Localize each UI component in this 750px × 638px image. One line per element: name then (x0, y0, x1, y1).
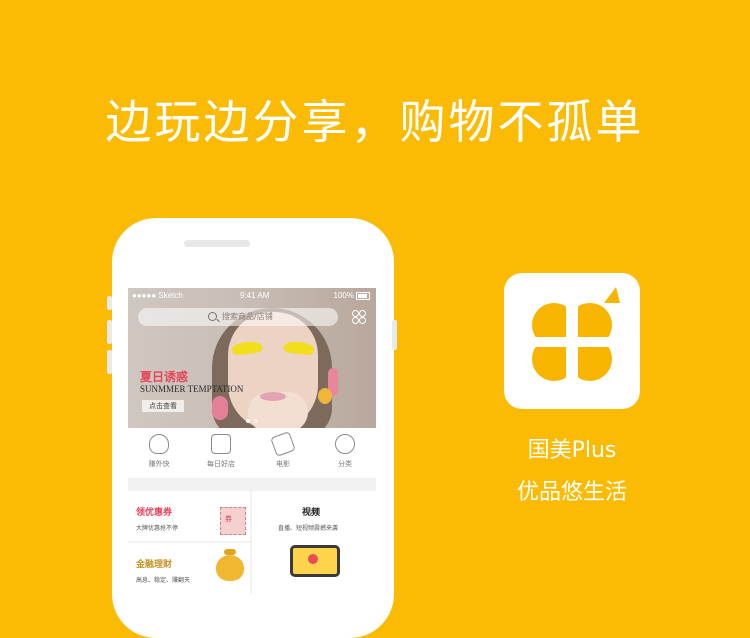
earring (318, 388, 332, 404)
status-time: 9:41 AM (240, 291, 270, 300)
quick-nav: 赚外快 每日好店 电影 分类 (128, 428, 376, 478)
finance-title: 金融理财 (136, 560, 173, 570)
tv-icon (290, 545, 340, 577)
coupon-desc: 大牌优惠抢不停 (136, 525, 179, 532)
earring (212, 396, 228, 420)
search-input[interactable]: 搜索商品/店铺 (138, 308, 338, 326)
status-battery: 100% (333, 291, 354, 300)
search-icon (208, 312, 217, 321)
phone-side-button (107, 296, 112, 310)
money-bag-icon (216, 549, 244, 581)
video-card[interactable]: 视频 直播、短视频震撼来袭 (252, 491, 376, 594)
status-carrier: ●●●●● Sketch (132, 291, 183, 300)
nav-label: 分类 (338, 460, 352, 468)
coupon-card[interactable]: 领优惠券 大牌优惠抢不停 券 (128, 491, 250, 541)
nav-item-movie[interactable]: 电影 (252, 431, 314, 469)
app-logo (504, 273, 640, 409)
nav-label: 电影 (276, 460, 290, 468)
finance-card[interactable]: 金融理财 高息、稳定、赚翻天 (128, 543, 250, 594)
coupon-icon-text: 券 (225, 515, 232, 523)
nav-item-earn[interactable]: 赚外快 (128, 434, 190, 469)
banner-title: 夏日诱惑 (140, 370, 189, 384)
banner-subtitle: SUNMMER TEMPTATION (140, 384, 244, 394)
carousel-dot-active[interactable] (246, 419, 250, 423)
app-slogan: 优品悠生活 (516, 480, 627, 505)
category-icon (335, 434, 355, 454)
shop-icon (211, 434, 231, 454)
category-grid-icon[interactable] (352, 310, 366, 324)
phone-side-button (392, 320, 397, 350)
ticket-icon (270, 431, 296, 457)
phone-side-button (107, 350, 112, 374)
phone-side-button (107, 320, 112, 344)
carousel-dot[interactable] (254, 419, 258, 423)
coupon-title: 领优惠券 (136, 508, 173, 518)
banner-model-lips (260, 392, 286, 401)
nav-item-category[interactable]: 分类 (314, 434, 376, 469)
video-title: 视频 (302, 508, 321, 518)
logo-flower-icon (528, 287, 620, 387)
banner[interactable]: ●●●●● Sketch 9:41 AM 100% 搜索商品/店铺 夏日诱惑 S… (128, 288, 376, 428)
finance-desc: 高息、稳定、赚翻天 (136, 577, 191, 584)
video-desc: 直播、短视频震撼来袭 (278, 525, 339, 532)
banner-view-button[interactable]: 点击查看 (142, 400, 184, 412)
phone-screen: ●●●●● Sketch 9:41 AM 100% 搜索商品/店铺 夏日诱惑 S… (128, 288, 376, 594)
nav-label: 赚外快 (148, 460, 170, 468)
phone-speaker (184, 240, 250, 247)
coupon-icon: 券 (220, 507, 246, 535)
headline: 边玩边分享，购物不孤单 (105, 95, 645, 149)
money-bag-icon (149, 434, 169, 454)
battery-icon (356, 292, 370, 300)
app-name: 国美Plus (527, 438, 617, 463)
status-bar: ●●●●● Sketch 9:41 AM 100% (132, 290, 372, 304)
nav-label: 每日好店 (207, 460, 235, 468)
search-placeholder: 搜索商品/店铺 (222, 312, 273, 321)
nav-item-daily-shop[interactable]: 每日好店 (190, 434, 252, 469)
